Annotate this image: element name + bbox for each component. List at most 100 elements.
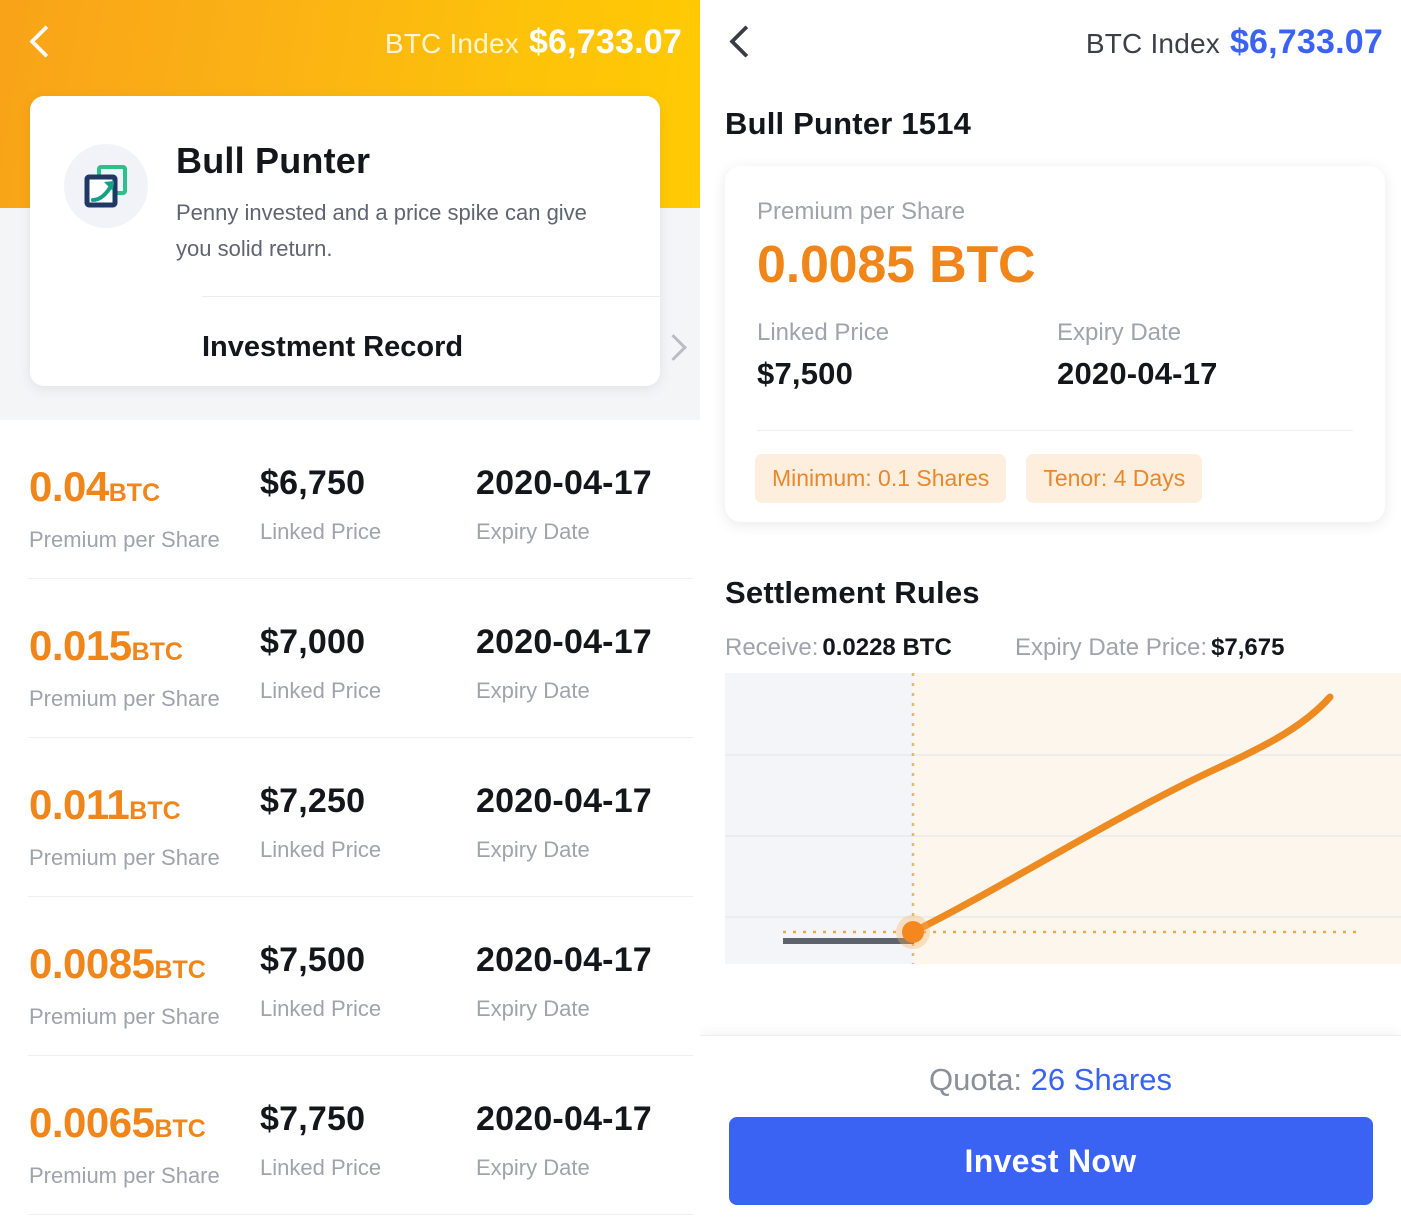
offer-expiry-label: Expiry Date — [476, 1155, 590, 1180]
expiry-price-stat: Expiry Date Price: $7,675 — [1015, 634, 1284, 662]
btc-index-value: $6,733.07 — [528, 22, 682, 61]
offer-expiry-cell: 2020-04-17 Expiry Date — [476, 943, 652, 1030]
offer-row[interactable]: 0.04BTC Premium per Share $6,750 Linked … — [0, 420, 700, 579]
offer-expiry-label: Expiry Date — [476, 678, 590, 703]
product-detail-card: Premium per Share 0.0085 BTC Linked Pric… — [725, 166, 1385, 522]
btc-index-label: BTC Index — [1085, 27, 1220, 59]
detail-linked-label: Linked Price — [757, 318, 890, 346]
back-chevron-icon[interactable] — [26, 22, 52, 62]
offer-linked-value: $6,750 — [260, 464, 366, 502]
offer-expiry-label: Expiry Date — [476, 837, 590, 862]
offer-premium-value: 0.04BTC — [29, 463, 161, 510]
btc-index-label: BTC Index — [384, 27, 519, 59]
offer-expiry-cell: 2020-04-17 Expiry Date — [476, 1102, 652, 1189]
settlement-rules-title: Settlement Rules — [725, 575, 980, 610]
growth-arrow-square-icon — [64, 144, 148, 228]
promo-text-block: Bull Punter Penny invested and a price s… — [176, 138, 626, 267]
detail-divider — [757, 430, 1353, 431]
offer-linked-label: Linked Price — [260, 678, 382, 703]
promo-card: Bull Punter Penny invested and a price s… — [30, 96, 660, 386]
settlement-stats-row: Receive: 0.0228 BTC Expiry Date Price: $… — [725, 634, 1385, 662]
offer-premium-cell: 0.0065BTC Premium per Share — [0, 1102, 260, 1189]
offer-expiry-value: 2020-04-17 — [476, 623, 652, 661]
detail-premium-label: Premium per Share — [757, 198, 966, 225]
offer-linked-value: $7,250 — [260, 782, 366, 820]
promo-card-top: Bull Punter Penny invested and a price s… — [30, 96, 660, 267]
offer-linked-label: Linked Price — [260, 837, 382, 862]
offer-expiry-label: Expiry Date — [476, 519, 590, 544]
offer-linked-label: Linked Price — [260, 1155, 382, 1180]
product-list-screen: BTC Index $6,733.07 Bull Punter Penny in… — [0, 0, 700, 1231]
offer-premium-value: 0.0065BTC — [29, 1099, 206, 1146]
offer-premium-value: 0.0085BTC — [29, 940, 206, 987]
product-detail-screen: BTC Index $6,733.07 Bull Punter 1514 Pre… — [700, 0, 1401, 1231]
offer-linked-value: $7,000 — [260, 623, 366, 661]
btc-index-display: BTC Index $6,733.07 — [1086, 23, 1383, 62]
offer-row[interactable]: 0.015BTC Premium per Share $7,000 Linked… — [0, 579, 700, 738]
dual-panel-screenshot: BTC Index $6,733.07 Bull Punter Penny in… — [0, 0, 1401, 1231]
btc-index-display: BTC Index $6,733.07 — [385, 23, 682, 62]
offer-list: 0.04BTC Premium per Share $6,750 Linked … — [0, 420, 700, 1215]
offer-expiry-value: 2020-04-17 — [476, 1100, 652, 1138]
quota-label: Quota: — [928, 1062, 1023, 1097]
offer-linked-label: Linked Price — [260, 519, 382, 544]
detail-expiry-value: 2020-04-17 — [1057, 355, 1218, 391]
promo-divider — [202, 296, 660, 297]
offer-row[interactable]: 0.0065BTC Premium per Share $7,750 Linke… — [0, 1056, 700, 1215]
offer-premium-cell: 0.011BTC Premium per Share — [0, 784, 260, 871]
page-title: Bull Punter 1514 — [725, 106, 972, 141]
detail-linked-value: $7,500 — [757, 355, 854, 391]
offer-row[interactable]: 0.0085BTC Premium per Share $7,500 Linke… — [0, 897, 700, 1056]
detail-premium-value: 0.0085 BTC — [757, 236, 1036, 294]
detail-linked-cell: Linked Price $7,500 — [757, 319, 1057, 392]
offer-premium-label: Premium per Share — [29, 686, 220, 711]
offer-expiry-cell: 2020-04-17 Expiry Date — [476, 784, 652, 871]
offer-expiry-value: 2020-04-17 — [476, 941, 652, 979]
offer-linked-value: $7,750 — [260, 1100, 366, 1138]
promo-description: Penny invested and a price spike can giv… — [176, 200, 587, 262]
offer-premium-label: Premium per Share — [29, 1163, 220, 1188]
left-top-bar: BTC Index $6,733.07 — [0, 0, 700, 84]
offer-linked-label: Linked Price — [260, 996, 382, 1021]
back-chevron-icon[interactable] — [726, 22, 752, 62]
chevron-right-icon — [662, 337, 682, 357]
offer-premium-label: Premium per Share — [29, 527, 220, 552]
btc-index-value: $6,733.07 — [1229, 22, 1383, 61]
quota-display: Quota: 26 Shares — [700, 1062, 1401, 1098]
offer-expiry-value: 2020-04-17 — [476, 464, 652, 502]
promo-title: Bull Punter — [176, 140, 371, 181]
settlement-payout-chart — [700, 673, 1401, 973]
offer-expiry-label: Expiry Date — [476, 996, 590, 1021]
tenor-tag: Tenor: 4 Days — [1026, 454, 1203, 503]
invest-now-button[interactable]: Invest Now — [728, 1117, 1373, 1205]
expiry-price-value: $7,675 — [1211, 634, 1285, 661]
quota-value: 26 Shares — [1030, 1062, 1172, 1097]
offer-premium-value: 0.015BTC — [29, 622, 183, 669]
bottom-action-bar: Quota: 26 Shares Invest Now — [700, 1035, 1401, 1231]
receive-stat: Receive: 0.0228 BTC — [725, 634, 1015, 662]
offer-linked-cell: $6,750 Linked Price — [260, 466, 476, 553]
receive-value: 0.0228 BTC — [822, 634, 952, 661]
offer-premium-cell: 0.04BTC Premium per Share — [0, 466, 260, 553]
detail-expiry-cell: Expiry Date 2020-04-17 — [1057, 319, 1218, 392]
expiry-price-label: Expiry Date Price: — [1015, 634, 1208, 661]
offer-expiry-cell: 2020-04-17 Expiry Date — [476, 466, 652, 553]
offer-premium-value: 0.011BTC — [29, 781, 181, 828]
investment-record-row[interactable]: Investment Record — [202, 312, 692, 382]
detail-tag-group: Minimum: 0.1 Shares Tenor: 4 Days — [755, 454, 1203, 503]
detail-metrics-grid: Linked Price $7,500 Expiry Date 2020-04-… — [757, 319, 1353, 392]
offer-row[interactable]: 0.011BTC Premium per Share $7,250 Linked… — [0, 738, 700, 897]
offer-linked-cell: $7,000 Linked Price — [260, 625, 476, 712]
offer-expiry-value: 2020-04-17 — [476, 782, 652, 820]
receive-label: Receive: — [725, 634, 819, 661]
offer-premium-label: Premium per Share — [29, 1004, 220, 1029]
offer-premium-cell: 0.015BTC Premium per Share — [0, 625, 260, 712]
offer-linked-cell: $7,500 Linked Price — [260, 943, 476, 1030]
investment-record-label: Investment Record — [202, 330, 464, 363]
offer-premium-cell: 0.0085BTC Premium per Share — [0, 943, 260, 1030]
offer-premium-label: Premium per Share — [29, 845, 220, 870]
minimum-shares-tag: Minimum: 0.1 Shares — [755, 454, 1007, 503]
offer-linked-cell: $7,250 Linked Price — [260, 784, 476, 871]
detail-expiry-label: Expiry Date — [1057, 318, 1182, 346]
offer-linked-value: $7,500 — [260, 941, 366, 979]
